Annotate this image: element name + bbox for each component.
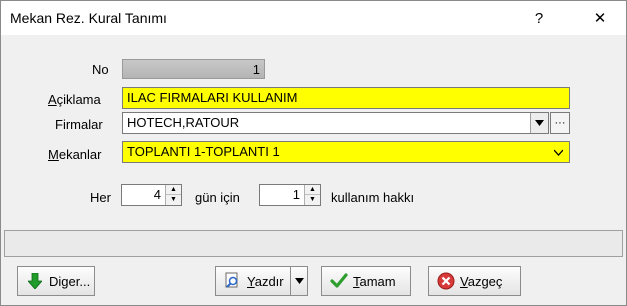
diger-button[interactable]: Diger... bbox=[17, 266, 95, 296]
diger-label: Diger... bbox=[49, 273, 91, 289]
help-button[interactable]: ? bbox=[516, 5, 562, 31]
firmalar-ellipsis-button[interactable]: ··· bbox=[550, 112, 570, 134]
close-button[interactable]: ✕ bbox=[577, 5, 623, 31]
tamam-label-rest: amam bbox=[359, 273, 396, 289]
gun-icin-label: gün için bbox=[195, 190, 240, 205]
aciklama-label-rest: çiklama bbox=[56, 92, 101, 107]
triangle-down-icon bbox=[535, 120, 544, 126]
chevron-down-icon bbox=[554, 149, 563, 156]
aciklama-label: Açiklama bbox=[48, 92, 101, 107]
firmalar-value: HOTECH,RATOUR bbox=[127, 115, 240, 130]
print-preview-icon bbox=[224, 272, 242, 290]
kullanim-value: 1 bbox=[292, 187, 300, 202]
no-value: 1 bbox=[252, 62, 260, 77]
vazgec-label: Vazgeç bbox=[460, 273, 503, 289]
gun-down-arrow[interactable]: ▼ bbox=[166, 195, 181, 205]
form-panel: No 1 Açiklama ILAC FIRMALARI KULLANIM Fi… bbox=[1, 35, 626, 225]
status-bar bbox=[4, 230, 623, 257]
mekanlar-combo[interactable]: TOPLANTI 1-TOPLANTI 1 bbox=[122, 141, 570, 163]
gun-stepper[interactable]: 4 ▲ ▼ bbox=[121, 184, 182, 206]
window-title: Mekan Rez. Kural Tanımı bbox=[10, 10, 167, 26]
kullanim-stepper-arrows: ▲ ▼ bbox=[304, 185, 320, 205]
cancel-icon bbox=[437, 272, 455, 290]
firmalar-dropdown-button[interactable] bbox=[530, 113, 548, 133]
mekanlar-label: Mekanlar bbox=[48, 147, 102, 162]
tamam-label: Tamam bbox=[353, 273, 396, 289]
kullanim-label: kullanım hakkı bbox=[331, 190, 415, 205]
dialog-window: Mekan Rez. Kural Tanımı ? ✕ No 1 Açiklam… bbox=[0, 0, 627, 306]
no-label: No bbox=[92, 62, 109, 77]
gun-value: 4 bbox=[153, 187, 161, 202]
mekanlar-value: TOPLANTI 1-TOPLANTI 1 bbox=[127, 144, 280, 159]
firmalar-label: Firmalar bbox=[55, 117, 103, 132]
yazdir-label: Yazdır bbox=[247, 273, 284, 289]
gun-up-arrow[interactable]: ▲ bbox=[166, 185, 181, 195]
gun-stepper-arrows: ▲ ▼ bbox=[165, 185, 181, 205]
her-label: Her bbox=[90, 190, 111, 205]
title-bar: Mekan Rez. Kural Tanımı ? ✕ bbox=[1, 1, 626, 35]
vazgec-label-rest: azgeç bbox=[467, 273, 503, 289]
aciklama-input[interactable]: ILAC FIRMALARI KULLANIM bbox=[122, 87, 570, 109]
kullanim-stepper[interactable]: 1 ▲ ▼ bbox=[259, 184, 321, 206]
tamam-button[interactable]: Tamam bbox=[321, 266, 411, 296]
no-field: 1 bbox=[122, 59, 265, 79]
yazdir-label-rest: azdır bbox=[254, 273, 284, 289]
mekanlar-label-rest: ekanlar bbox=[58, 147, 102, 162]
kullanim-up-arrow[interactable]: ▲ bbox=[305, 185, 320, 195]
kullanim-down-arrow[interactable]: ▼ bbox=[305, 195, 320, 205]
vazgec-button[interactable]: Vazgeç bbox=[428, 266, 521, 296]
firmalar-combo[interactable]: HOTECH,RATOUR bbox=[122, 112, 549, 134]
triangle-down-icon bbox=[294, 278, 304, 284]
yazdir-button[interactable]: Yazdır bbox=[215, 266, 291, 296]
checkmark-icon bbox=[330, 272, 348, 290]
yazdir-dropdown-button[interactable] bbox=[290, 266, 308, 296]
arrow-down-icon bbox=[26, 272, 44, 290]
